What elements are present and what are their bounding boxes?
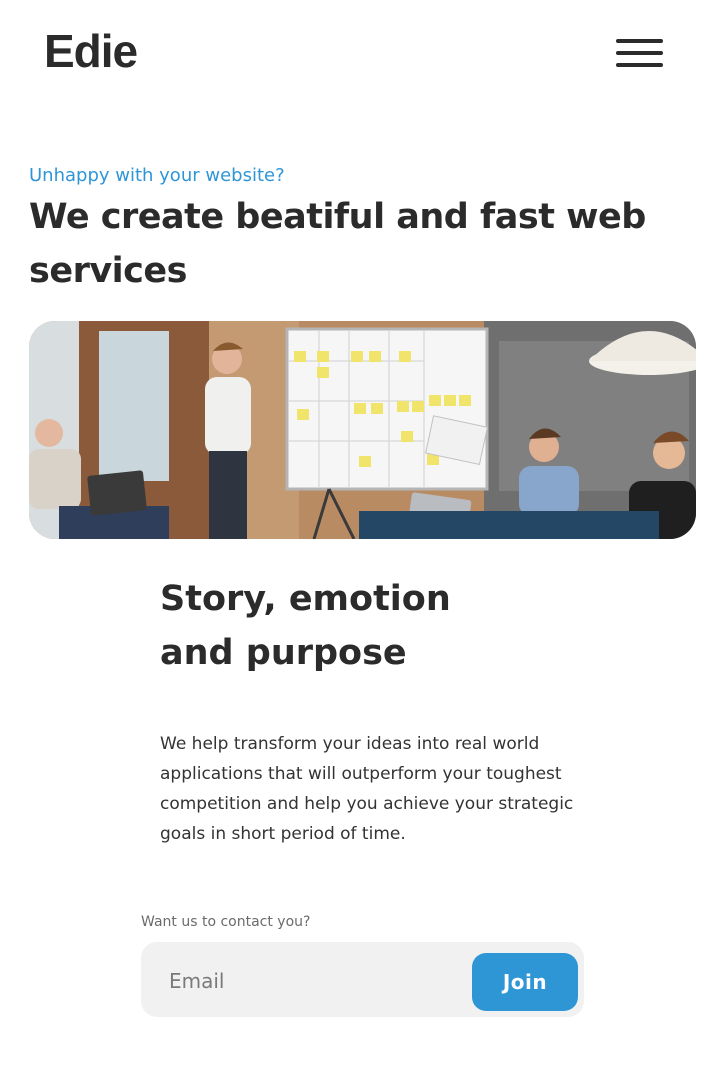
site-logo[interactable]: Edie xyxy=(44,26,138,76)
menu-bar-bottom xyxy=(616,63,663,67)
contact-label: Want us to contact you? xyxy=(141,914,311,930)
story-body: We help transform your ideas into real w… xyxy=(160,734,574,844)
join-button[interactable]: Join xyxy=(472,953,578,1011)
story-title: Story, emotion and purpose xyxy=(160,572,580,680)
email-signup-form: Join xyxy=(141,942,584,1017)
story-title-line1: Story, emotion xyxy=(160,579,451,619)
hero-image xyxy=(29,321,696,539)
email-field[interactable] xyxy=(169,968,449,994)
menu-bar-top xyxy=(616,39,663,43)
hero-eyebrow: Unhappy with your website? xyxy=(29,165,285,186)
hamburger-menu-icon[interactable] xyxy=(616,38,663,70)
menu-bar-middle xyxy=(616,51,663,55)
story-title-line2: and purpose xyxy=(160,633,407,673)
hero-headline: We create beatiful and fast web services xyxy=(29,197,646,291)
